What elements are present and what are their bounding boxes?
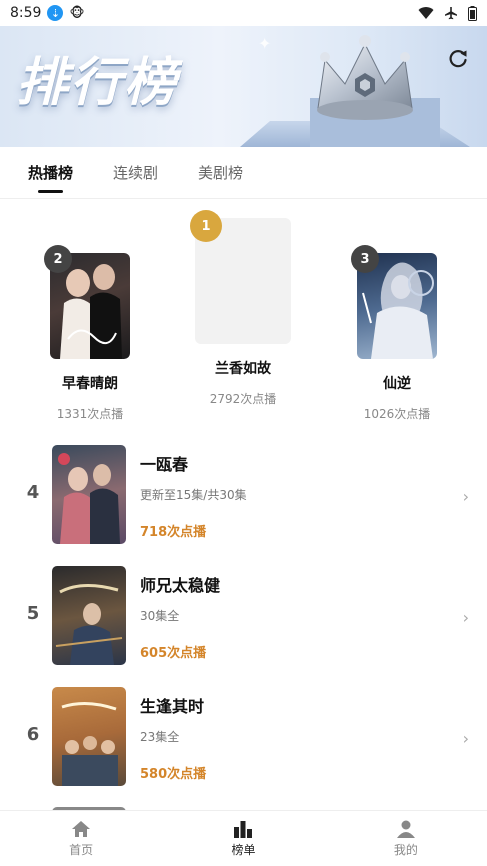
podium-plays: 2792次点播 xyxy=(209,392,277,406)
item-plays: 718次点播 xyxy=(140,525,207,540)
chevron-right-icon: › xyxy=(462,608,469,627)
status-icons xyxy=(418,5,477,21)
item-episodes: 23集全 xyxy=(140,730,180,744)
ranking-list: 4 一瓯春 更新至15集/共30集 718次点播 › 5 师兄太稳健 30集全 … xyxy=(0,437,487,820)
podium-item-rank-2[interactable]: 2 早春晴朗 1331次点播 xyxy=(36,245,144,422)
battery-icon xyxy=(468,5,477,21)
item-episodes: 更新至15集/共30集 xyxy=(140,488,247,502)
bottom-navigation: 首页 榜单 我的 xyxy=(0,810,487,866)
rank-badge: 1 xyxy=(190,210,222,242)
poster-thumbnail xyxy=(52,566,126,665)
item-plays: 580次点播 xyxy=(140,767,207,782)
rank-number: 5 xyxy=(26,603,40,624)
status-time: 8:59 xyxy=(10,5,42,21)
podium-title: 仙逆 xyxy=(383,376,411,392)
home-icon xyxy=(72,820,91,837)
item-title: 一瓯春 xyxy=(140,455,189,474)
nav-rankings[interactable]: 榜单 xyxy=(162,811,324,866)
wifi-icon xyxy=(418,7,434,20)
top-three-podium: 2 早春晴朗 1331次点播 1 兰香如故 2792次点播 3 仙逆 1026次… xyxy=(0,200,487,425)
refresh-button[interactable] xyxy=(447,48,469,70)
tab-us-drama[interactable]: 美剧榜 xyxy=(198,162,243,183)
item-title: 师兄太稳健 xyxy=(140,576,221,595)
nav-profile[interactable]: 我的 xyxy=(325,811,487,866)
chart-icon xyxy=(234,820,253,838)
nav-label: 榜单 xyxy=(231,842,256,857)
list-item[interactable]: 4 一瓯春 更新至15集/共30集 718次点播 › xyxy=(0,437,487,558)
rank-badge: 3 xyxy=(351,245,379,273)
poster-thumbnail xyxy=(52,687,126,786)
user-icon xyxy=(396,820,415,838)
nav-label: 我的 xyxy=(393,842,418,857)
crown-icon xyxy=(240,35,470,147)
podium-item-rank-3[interactable]: 3 仙逆 1026次点播 xyxy=(343,245,451,422)
nav-label: 首页 xyxy=(69,842,94,857)
item-episodes: 30集全 xyxy=(140,609,180,623)
status-bar: 8:59 ⇣ 🐵 xyxy=(0,0,487,26)
podium-item-rank-1[interactable]: 1 兰香如故 2792次点播 xyxy=(188,210,298,407)
tab-series[interactable]: 连续剧 xyxy=(113,162,158,183)
tab-hot[interactable]: 热播榜 xyxy=(28,162,73,193)
podium-plays: 1331次点播 xyxy=(56,407,124,421)
item-plays: 605次点播 xyxy=(140,646,207,661)
podium-plays: 1026次点播 xyxy=(363,407,431,421)
airplane-mode-icon xyxy=(445,7,457,20)
leaderboard-banner: 排行榜 ✦ xyxy=(0,26,487,147)
item-title: 生逢其时 xyxy=(140,697,205,716)
nav-home[interactable]: 首页 xyxy=(0,811,162,866)
list-item[interactable]: 5 师兄太稳健 30集全 605次点播 › xyxy=(0,558,487,679)
banner-title: 排行榜 xyxy=(16,53,179,113)
download-icon: ⇣ xyxy=(47,5,64,21)
chevron-right-icon: › xyxy=(462,487,469,506)
category-tabs: 热播榜 连续剧 美剧榜 xyxy=(0,147,487,199)
rank-number: 4 xyxy=(26,482,40,503)
poster-art xyxy=(55,584,123,665)
poster-art xyxy=(58,453,120,544)
rank-number: 6 xyxy=(26,724,40,745)
podium-title: 早春晴朗 xyxy=(62,376,118,392)
poster-art xyxy=(61,702,118,786)
list-item[interactable]: 6 生逢其时 23集全 580次点播 › xyxy=(0,679,487,800)
rank-badge: 2 xyxy=(44,245,72,273)
poster-thumbnail xyxy=(52,445,126,544)
app-notification-icon: 🐵 xyxy=(69,5,85,21)
podium-title: 兰香如故 xyxy=(215,361,271,377)
chevron-right-icon: › xyxy=(462,729,469,748)
